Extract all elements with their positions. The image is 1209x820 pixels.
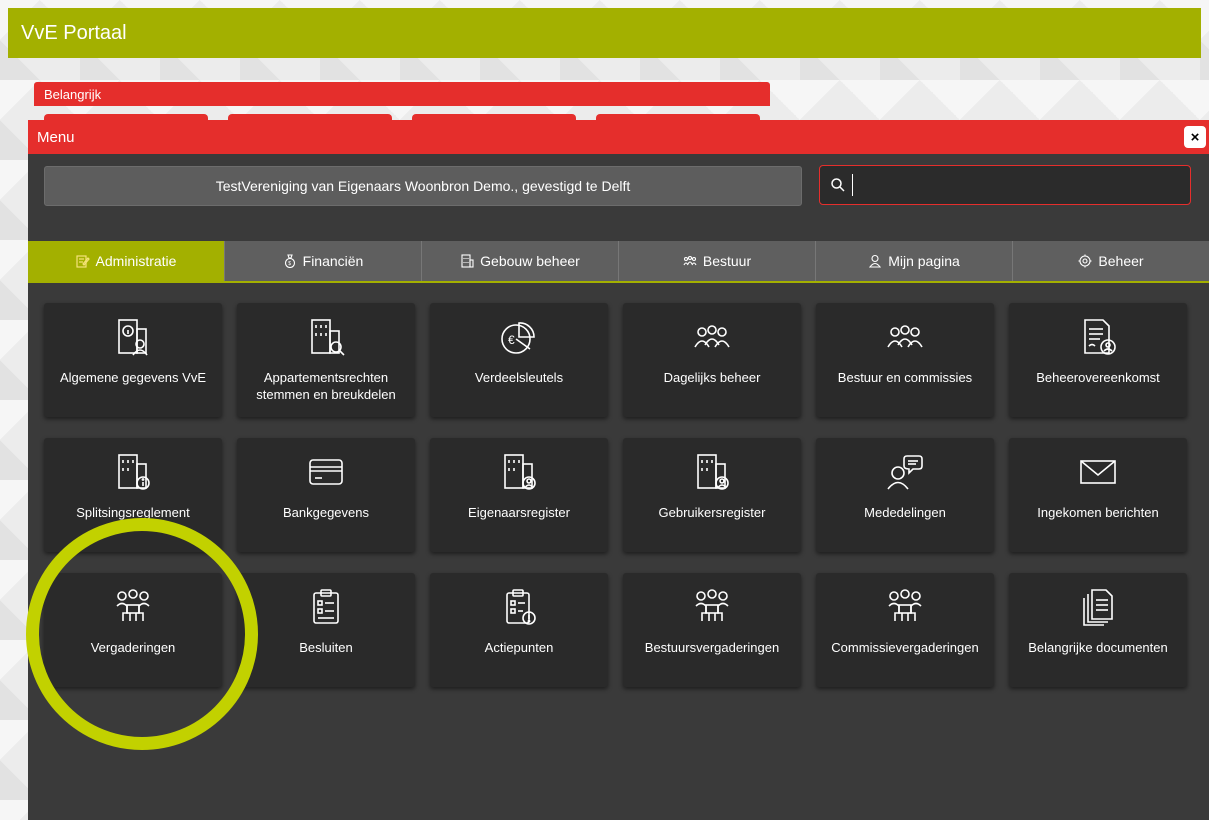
tab-label: Gebouw beheer [480,253,580,269]
tile-appartementsrechten-stemmen-en-breukdelen[interactable]: Appartementsrechten stemmen en breukdele… [237,303,415,417]
organization-button[interactable]: TestVereniging van Eigenaars Woonbron De… [44,166,802,206]
app-title: VvE Portaal [21,21,127,44]
tile-label: Eigenaarsregister [468,505,570,520]
tile-label: Algemene gegevens VvE [60,370,206,385]
tile-label: Vergaderingen [90,640,176,655]
tile-eigenaarsregister[interactable]: Eigenaarsregister [430,438,608,552]
tile-label: Belangrijke documenten [1028,640,1168,655]
meeting-icon [688,583,736,631]
tile-besluiten[interactable]: Besluiten [237,573,415,687]
people-group-icon [881,313,929,361]
tile-label: Gebruikersregister [658,505,766,520]
tile-ingekomen-berichten[interactable]: Ingekomen berichten [1009,438,1187,552]
gear-icon [1078,254,1092,268]
building-icon [460,254,474,268]
tile-label: Ingekomen berichten [1037,505,1159,520]
tile-belangrijke-documenten[interactable]: Belangrijke documenten [1009,573,1187,687]
building-user-icon [495,448,543,496]
tab-mijn-pagina[interactable]: Mijn pagina [816,241,1013,281]
tile-actiepunten[interactable]: Actiepunten [430,573,608,687]
money-bag-icon: $ [283,254,297,268]
tab-label: Administratie [95,253,177,269]
credit-card-icon [302,448,350,496]
group-icon [683,254,697,268]
building-user-icon [688,448,736,496]
app-header: VvE Portaal [8,8,1201,58]
tab-label: Bestuur [702,253,752,269]
tile-commissievergaderingen[interactable]: Commissievergaderingen [816,573,994,687]
people-group-icon [688,313,736,361]
meeting-icon [881,583,929,631]
edit-icon [75,254,90,268]
tile-algemene-gegevens-vve[interactable]: Algemene gegevens VvE [44,303,222,417]
euro-pie-chart-icon: € [495,313,543,361]
tile-label: Mededelingen [864,505,946,520]
tile-label: Verdeelsleutels [474,370,564,385]
tile-label: Dagelijks beheer [663,370,761,385]
building-info-icon [109,448,157,496]
tile-label: Appartementsrechten stemmen en breukdele… [256,370,396,402]
menu-tabs: Administratie $ Financiën Gebouw beheer Best… [28,241,1209,283]
search-input[interactable] [852,174,1182,196]
notice-bar[interactable]: Belangrijk [34,82,770,106]
tile-mededelingen[interactable]: Mededelingen [816,438,994,552]
tile-label: Beheerovereenkomst [1036,370,1160,385]
notice-label: Belangrijk [44,87,102,102]
tab-label: Financiën [302,253,364,269]
building-search-icon [302,313,350,361]
clipboard-alert-icon [495,583,543,631]
tile-label: Bankgegevens [282,505,369,520]
tab-label: Mijn pagina [888,253,960,269]
tile-label: Splitsingsreglement [76,505,190,520]
tile-label: Bestuur en commissies [837,370,973,385]
tab-beheer[interactable]: Beheer [1013,241,1209,281]
svg-text:$: $ [288,261,291,267]
tile-vergaderingen[interactable]: Vergaderingen [44,573,222,687]
meeting-icon [109,583,157,631]
envelope-icon [1074,448,1122,496]
tab-gebouw-beheer[interactable]: Gebouw beheer [422,241,619,281]
menu-modal: Menu × TestVereniging van Eigenaars Woon… [28,120,1209,820]
person-speech-icon [881,448,929,496]
tile-dagelijks-beheer[interactable]: Dagelijks beheer [623,303,801,417]
tile-gebruikersregister[interactable]: Gebruikersregister [623,438,801,552]
tab-label: Beheer [1098,253,1144,269]
user-icon [868,254,882,268]
building-info-user-icon [109,313,157,361]
documents-icon [1074,583,1122,631]
search-icon [831,178,845,192]
tile-beheerovereenkomst[interactable]: Beheerovereenkomst [1009,303,1187,417]
organization-name: TestVereniging van Eigenaars Woonbron De… [215,178,631,194]
svg-text:€: € [508,333,515,347]
tab-administratie[interactable]: Administratie [28,241,225,281]
tab-bestuur[interactable]: Bestuur [619,241,816,281]
clipboard-icon [302,583,350,631]
tile-label: Actiepunten [484,640,554,655]
tab-financi-n[interactable]: $ Financiën [225,241,422,281]
tile-bestuur-en-commissies[interactable]: Bestuur en commissies [816,303,994,417]
close-icon: × [1190,128,1200,146]
search-box[interactable] [819,165,1191,205]
tile-verdeelsleutels[interactable]: € Verdeelsleutels [430,303,608,417]
tile-grid: Algemene gegevens VvE Appartementsrechten… [44,303,1204,687]
tile-label: Bestuursvergaderingen [644,640,780,655]
contract-user-icon [1074,313,1122,361]
menu-header: Menu × [28,120,1209,154]
tile-bestuursvergaderingen[interactable]: Bestuursvergaderingen [623,573,801,687]
tile-splitsingsreglement[interactable]: Splitsingsreglement [44,438,222,552]
tile-label: Commissievergaderingen [831,640,979,655]
menu-title: Menu [37,128,75,146]
close-button[interactable]: × [1184,126,1206,148]
tile-label: Besluiten [299,640,353,655]
tile-bankgegevens[interactable]: Bankgegevens [237,438,415,552]
